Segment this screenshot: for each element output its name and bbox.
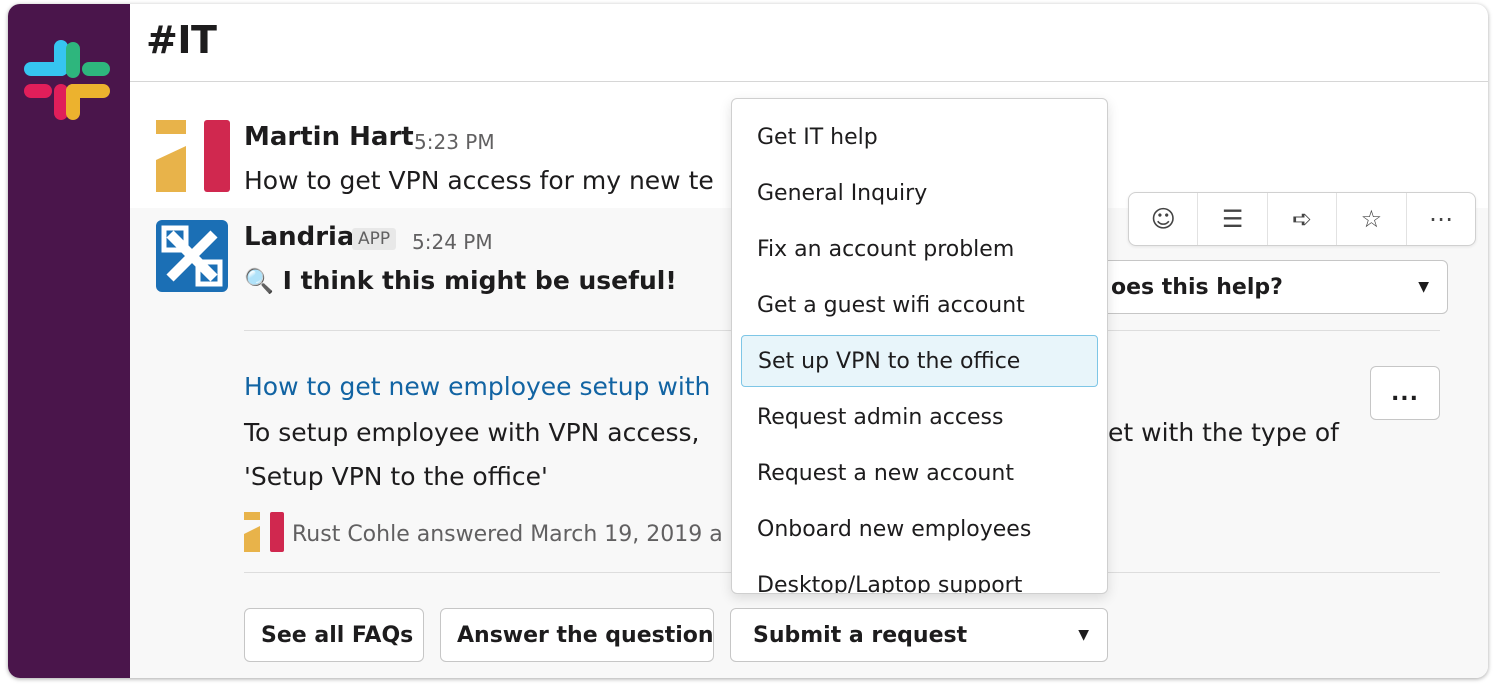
more-actions-icon[interactable]: ⋯ xyxy=(1407,193,1475,245)
faq-body-line1-tail: et with the type of xyxy=(1108,418,1339,447)
dropdown-option[interactable]: Fix an account problem xyxy=(741,223,1098,275)
slack-logo-icon xyxy=(24,40,110,120)
see-all-faqs-label: See all FAQs xyxy=(261,622,414,648)
message-text: I think this might be useful! xyxy=(282,266,677,295)
message-text-row: 🔍 I think this might be useful! xyxy=(244,266,677,295)
dropdown-option[interactable]: Get IT help xyxy=(741,111,1098,163)
submit-request-select[interactable]: Submit a request ▼ xyxy=(730,608,1108,662)
share-icon[interactable]: ➪ xyxy=(1268,193,1338,245)
faq-body-line1: To setup employee with VPN access, xyxy=(244,418,700,447)
dropdown-option[interactable]: Get a guest wifi account xyxy=(741,279,1098,331)
message-author[interactable]: Landria xyxy=(244,222,355,252)
answered-by: Rust Cohle answered March 19, 2019 a xyxy=(292,522,723,547)
message-timestamp[interactable]: 5:23 PM xyxy=(414,130,495,154)
reply-thread-icon[interactable]: ☰ xyxy=(1198,193,1268,245)
see-all-faqs-button[interactable]: See all FAQs xyxy=(244,608,424,662)
submit-request-dropdown: Get IT help General Inquiry Fix an accou… xyxy=(731,98,1108,594)
message-timestamp[interactable]: 5:24 PM xyxy=(412,230,493,254)
workspace-rail xyxy=(8,4,130,678)
chevron-down-icon: ▼ xyxy=(1418,279,1429,295)
faq-body-line2: 'Setup VPN to the office' xyxy=(244,462,548,491)
message-text: How to get VPN access for my new te xyxy=(244,166,714,195)
submit-request-label: Submit a request xyxy=(753,622,968,648)
message-actions-toolbar: ☺ ☰ ➪ ☆ ⋯ xyxy=(1128,192,1476,246)
channel-header: #IT xyxy=(130,4,1488,82)
dropdown-option[interactable]: Request a new account xyxy=(741,447,1098,499)
feedback-select[interactable]: oes this help? ▼ xyxy=(1070,260,1448,314)
answer-question-label: Answer the question xyxy=(457,622,714,648)
star-icon[interactable]: ☆ xyxy=(1337,193,1407,245)
magnifying-glass-icon: 🔍 xyxy=(244,267,274,295)
dropdown-option[interactable]: Onboard new employees xyxy=(741,503,1098,555)
rust-cohle-avatar xyxy=(244,512,284,552)
app-badge: APP xyxy=(352,228,397,250)
chevron-down-icon: ▼ xyxy=(1078,627,1089,643)
channel-title: #IT xyxy=(146,18,217,62)
answer-question-button[interactable]: Answer the question xyxy=(440,608,714,662)
message-author[interactable]: Martin Hart xyxy=(244,122,414,152)
landria-avatar[interactable] xyxy=(156,220,228,292)
martin-hart-avatar[interactable] xyxy=(156,120,230,192)
dropdown-option[interactable]: Request admin access xyxy=(741,391,1098,443)
faq-more-button[interactable]: ... xyxy=(1370,366,1440,420)
slack-window: #IT Martin Hart 5:23 PM How to get VPN a… xyxy=(8,4,1488,678)
faq-link[interactable]: How to get new employee setup with xyxy=(244,372,710,401)
add-reaction-icon[interactable]: ☺ xyxy=(1129,193,1199,245)
dropdown-option[interactable]: Desktop/Laptop support xyxy=(741,559,1098,594)
dropdown-option[interactable]: General Inquiry xyxy=(741,167,1098,219)
dropdown-option-selected[interactable]: Set up VPN to the office xyxy=(741,335,1098,387)
